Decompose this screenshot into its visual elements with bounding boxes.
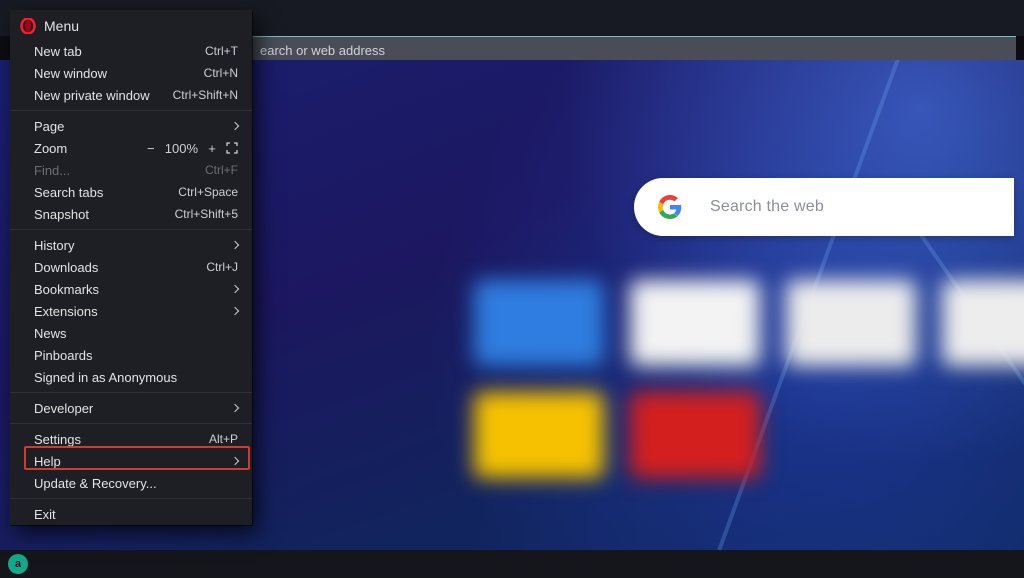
menu-shortcut: Ctrl+Shift+N	[173, 88, 238, 102]
menu-item-label: Find...	[34, 163, 70, 178]
menu-item-help[interactable]: Help	[10, 450, 252, 472]
menu-shortcut: Ctrl+T	[205, 44, 238, 58]
menu-item-new-tab[interactable]: New tab Ctrl+T	[10, 40, 252, 62]
menu-item-page[interactable]: Page	[10, 115, 252, 137]
chevron-right-icon	[231, 241, 239, 249]
menu-title: Menu	[44, 18, 79, 34]
chevron-right-icon	[231, 404, 239, 412]
menu-item-label: New private window	[34, 88, 150, 103]
speed-dial-tile[interactable]	[630, 392, 760, 478]
menu-shortcut: Ctrl+J	[206, 260, 238, 274]
menu-separator	[10, 110, 252, 111]
menu-shortcut: Ctrl+F	[205, 163, 238, 177]
menu-item-new-window[interactable]: New window Ctrl+N	[10, 62, 252, 84]
address-bar-placeholder: earch or web address	[260, 43, 385, 58]
opera-logo-icon	[20, 18, 36, 34]
menu-separator	[10, 229, 252, 230]
menu-item-search-tabs[interactable]: Search tabs Ctrl+Space	[10, 181, 252, 203]
zoom-value: 100%	[165, 141, 198, 156]
menu-item-update[interactable]: Update & Recovery...	[10, 472, 252, 494]
speed-dial-tile	[786, 392, 916, 478]
chevron-right-icon	[231, 122, 239, 130]
menu-item-label: Bookmarks	[34, 282, 99, 297]
menu-separator	[10, 392, 252, 393]
menu-item-pinboards[interactable]: Pinboards	[10, 344, 252, 366]
search-box[interactable]: Search the web	[634, 178, 1014, 236]
menu-item-news[interactable]: News	[10, 322, 252, 344]
menu-item-label: Settings	[34, 432, 81, 447]
menu-separator	[10, 498, 252, 499]
menu-item-signed-in[interactable]: Signed in as Anonymous	[10, 366, 252, 388]
chevron-right-icon	[231, 457, 239, 465]
search-placeholder: Search the web	[710, 198, 824, 216]
fullscreen-icon[interactable]	[226, 142, 238, 154]
chevron-right-icon	[231, 285, 239, 293]
speed-dial-tile[interactable]	[630, 280, 760, 366]
speed-dial-tile[interactable]	[942, 280, 1024, 366]
menu-item-label: Extensions	[34, 304, 98, 319]
menu-item-developer[interactable]: Developer	[10, 397, 252, 419]
menu-item-new-private-window[interactable]: New private window Ctrl+Shift+N	[10, 84, 252, 106]
speed-dial-tile	[942, 392, 1024, 478]
speed-dial-tile[interactable]	[474, 280, 604, 366]
menu-item-label: Exit	[34, 507, 56, 522]
sidebar-app-badge[interactable]: a	[8, 554, 28, 574]
menu-item-find: Find... Ctrl+F	[10, 159, 252, 181]
menu-item-snapshot[interactable]: Snapshot Ctrl+Shift+5	[10, 203, 252, 225]
google-icon	[658, 195, 682, 219]
menu-header: Menu	[10, 10, 252, 40]
menu-item-label: Downloads	[34, 260, 98, 275]
zoom-in-button[interactable]: +	[206, 141, 218, 156]
menu-item-bookmarks[interactable]: Bookmarks	[10, 278, 252, 300]
menu-shortcut: Ctrl+Shift+5	[175, 207, 238, 221]
menu-item-history[interactable]: History	[10, 234, 252, 256]
menu-shortcut: Ctrl+N	[204, 66, 238, 80]
menu-item-extensions[interactable]: Extensions	[10, 300, 252, 322]
menu-item-downloads[interactable]: Downloads Ctrl+J	[10, 256, 252, 278]
menu-item-label: Signed in as Anonymous	[34, 370, 177, 385]
opera-menu: Menu New tab Ctrl+T New window Ctrl+N New pr…	[10, 10, 252, 525]
menu-item-exit[interactable]: Exit	[10, 503, 252, 525]
menu-item-label: New window	[34, 66, 107, 81]
badge-letter: a	[15, 558, 21, 570]
speed-dial-grid	[474, 280, 1024, 478]
menu-item-label: Zoom	[34, 141, 67, 156]
status-bar: a	[0, 550, 1024, 578]
menu-item-label: Search tabs	[34, 185, 103, 200]
speed-dial-tile[interactable]	[786, 280, 916, 366]
menu-item-label: Help	[34, 454, 61, 469]
menu-item-label: Update & Recovery...	[34, 476, 157, 491]
menu-item-label: Pinboards	[34, 348, 93, 363]
menu-item-label: Snapshot	[34, 207, 89, 222]
zoom-out-button[interactable]: −	[145, 141, 157, 156]
menu-shortcut: Alt+P	[209, 432, 238, 446]
menu-item-zoom: Zoom −100% +	[10, 137, 252, 159]
menu-shortcut: Ctrl+Space	[178, 185, 238, 199]
menu-item-settings[interactable]: Settings Alt+P	[10, 428, 252, 450]
chevron-right-icon	[231, 307, 239, 315]
menu-item-label: Page	[34, 119, 64, 134]
menu-item-label: Developer	[34, 401, 93, 416]
menu-item-label: New tab	[34, 44, 82, 59]
menu-item-label: News	[34, 326, 67, 341]
speed-dial-tile[interactable]	[474, 392, 604, 478]
menu-separator	[10, 423, 252, 424]
menu-item-label: History	[34, 238, 74, 253]
